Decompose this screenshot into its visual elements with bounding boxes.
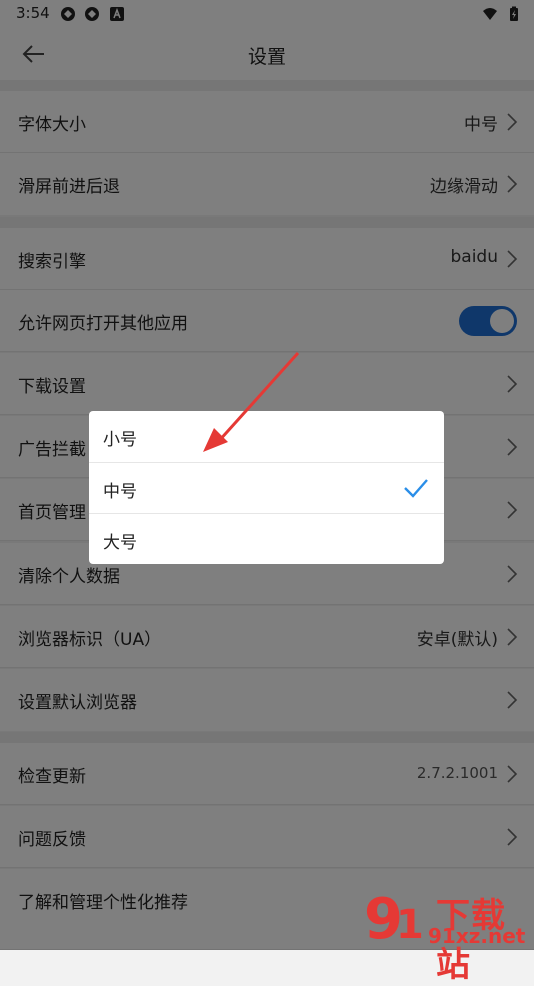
font-size-option-small[interactable]: 小号 (89, 411, 444, 462)
watermark: 9 1 下载站 91xz.net (362, 880, 534, 985)
option-label: 小号 (103, 430, 137, 450)
checkmark-icon (404, 479, 428, 498)
font-size-option-large[interactable]: 大号 (89, 513, 444, 564)
watermark-url: 91xz.net (428, 924, 526, 948)
watermark-logo-icon: 9 1 (364, 887, 424, 948)
font-size-option-medium[interactable]: 中号 (89, 462, 444, 513)
font-size-dialog: 小号 中号 大号 (89, 411, 444, 564)
svg-text:1: 1 (396, 902, 424, 948)
option-label: 中号 (103, 482, 137, 502)
option-label: 大号 (103, 533, 137, 553)
